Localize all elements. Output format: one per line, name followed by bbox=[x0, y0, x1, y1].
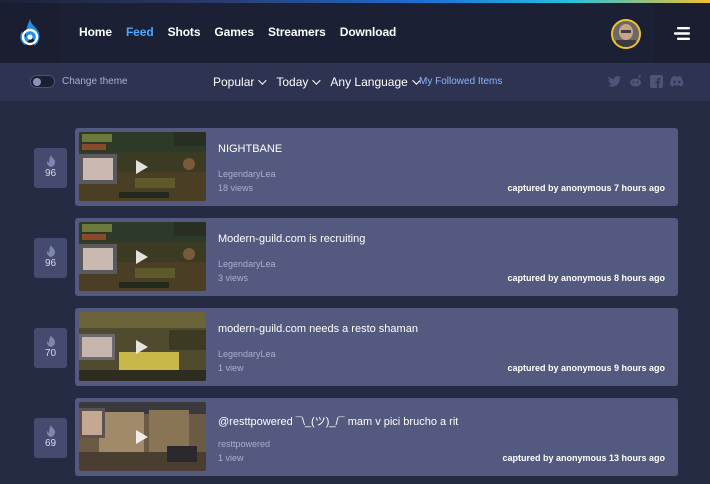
clip-views: 3 views bbox=[218, 273, 249, 283]
reddit-icon[interactable] bbox=[628, 74, 642, 88]
upvote-button[interactable]: 70 bbox=[34, 328, 67, 368]
feed-item: 70 modern-guild.com needs a resto shaman L… bbox=[0, 308, 710, 386]
upvote-button[interactable]: 96 bbox=[34, 148, 67, 188]
hamburger-icon bbox=[674, 26, 690, 40]
time-label: Today bbox=[276, 75, 309, 89]
nav-shots[interactable]: Shots bbox=[168, 25, 201, 39]
clip-title[interactable]: modern-guild.com needs a resto shaman bbox=[218, 323, 418, 335]
clip-thumbnail[interactable] bbox=[79, 132, 206, 201]
flame-icon bbox=[34, 424, 67, 437]
feed-item: 96 Modern-guild.com is recruiting Legendar… bbox=[0, 218, 710, 296]
chevron-down-icon bbox=[312, 76, 322, 85]
nav-home[interactable]: Home bbox=[79, 25, 112, 39]
clip-author[interactable]: resttpowered bbox=[218, 439, 270, 449]
sort-label: Popular bbox=[213, 75, 255, 89]
clip-views: 18 views bbox=[218, 183, 254, 193]
avatar[interactable] bbox=[611, 19, 641, 49]
score-count: 69 bbox=[44, 438, 57, 449]
theme-toggle[interactable] bbox=[30, 75, 55, 88]
clip-title[interactable]: @resttpowered ¯\_(ツ)_/¯ mam v pici bruch… bbox=[218, 413, 458, 429]
menu-button[interactable] bbox=[654, 3, 710, 63]
filter-bar: Change theme Popular Today Any Language … bbox=[0, 63, 710, 101]
clip-captured: captured by anonymous 7 hours ago bbox=[507, 183, 665, 193]
clip-card[interactable]: @resttpowered ¯\_(ツ)_/¯ mam v pici bruch… bbox=[75, 398, 678, 476]
nav-links: Home Feed Shots Games Streamers Download bbox=[79, 25, 410, 39]
facebook-icon[interactable] bbox=[649, 74, 663, 88]
score-count: 70 bbox=[44, 348, 57, 359]
flame-icon bbox=[34, 334, 67, 347]
upvote-button[interactable]: 69 bbox=[34, 418, 67, 458]
clip-captured: captured by anonymous 13 hours ago bbox=[502, 453, 665, 463]
flame-icon bbox=[34, 244, 67, 257]
twitter-icon[interactable] bbox=[607, 74, 621, 88]
theme-label: Change theme bbox=[62, 76, 128, 87]
nav-games[interactable]: Games bbox=[214, 25, 254, 39]
clip-title[interactable]: Modern-guild.com is recruiting bbox=[218, 233, 365, 245]
time-dropdown[interactable]: Today bbox=[276, 75, 322, 89]
discord-icon[interactable] bbox=[670, 74, 684, 88]
clip-views: 1 view bbox=[218, 453, 244, 463]
feed-item: 69 @resttpowered ¯\_(ツ)_/¯ mam v pici bru… bbox=[0, 398, 710, 476]
sort-dropdown[interactable]: Popular bbox=[213, 75, 268, 89]
clip-thumbnail[interactable] bbox=[79, 312, 206, 381]
clip-thumbnail[interactable] bbox=[79, 402, 206, 471]
clip-author[interactable]: LegendaryLea bbox=[218, 349, 276, 359]
flame-icon bbox=[34, 154, 67, 167]
clip-captured: captured by anonymous 9 hours ago bbox=[507, 363, 665, 373]
filters: Popular Today Any Language bbox=[213, 75, 430, 89]
social-links bbox=[607, 74, 684, 88]
avatar-image bbox=[613, 21, 639, 47]
logo[interactable] bbox=[0, 3, 60, 63]
clip-card[interactable]: modern-guild.com needs a resto shaman Leg… bbox=[75, 308, 678, 386]
score-count: 96 bbox=[44, 258, 57, 269]
clip-thumbnail[interactable] bbox=[79, 222, 206, 291]
upvote-button[interactable]: 96 bbox=[34, 238, 67, 278]
followed-items-link[interactable]: My Followed Items bbox=[419, 76, 502, 87]
chevron-down-icon bbox=[258, 76, 268, 85]
language-dropdown[interactable]: Any Language bbox=[330, 75, 421, 89]
clip-card[interactable]: NIGHTBANE LegendaryLea 18 views captured by… bbox=[75, 128, 678, 206]
clip-author[interactable]: LegendaryLea bbox=[218, 259, 276, 269]
clip-views: 1 view bbox=[218, 363, 244, 373]
clip-captured: captured by anonymous 8 hours ago bbox=[507, 273, 665, 283]
clip-author[interactable]: LegendaryLea bbox=[218, 169, 276, 179]
navbar: Home Feed Shots Games Streamers Download bbox=[0, 3, 710, 63]
nav-download[interactable]: Download bbox=[340, 25, 397, 39]
flame-logo-icon bbox=[20, 19, 40, 46]
score-count: 96 bbox=[44, 168, 57, 179]
clip-card[interactable]: Modern-guild.com is recruiting LegendaryL… bbox=[75, 218, 678, 296]
feed-item: 96 NIGHTBANE LegendaryLea 18 views captured … bbox=[0, 128, 710, 206]
clip-title[interactable]: NIGHTBANE bbox=[218, 143, 282, 155]
nav-streamers[interactable]: Streamers bbox=[268, 25, 326, 39]
nav-feed[interactable]: Feed bbox=[126, 25, 154, 39]
language-label: Any Language bbox=[330, 75, 408, 89]
